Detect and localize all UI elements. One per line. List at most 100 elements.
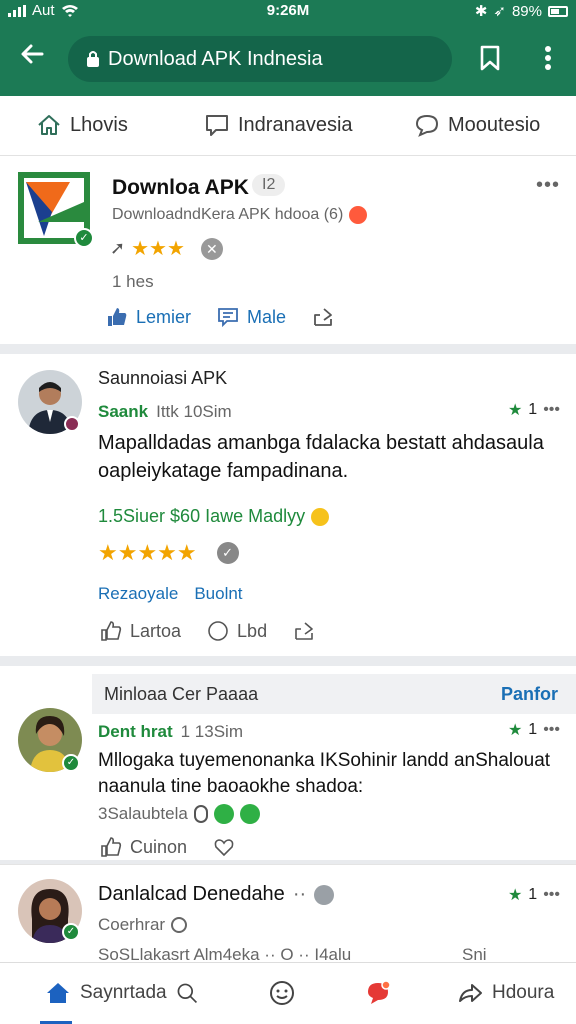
avatar-badge — [64, 416, 80, 432]
review-more-icon[interactable]: ••• — [543, 721, 560, 739]
emoji-icon — [314, 884, 335, 905]
post-time: 1 hes — [112, 272, 154, 291]
review-header: Saunnoiasi APK — [98, 368, 228, 388]
nav-share-label: Hdoura — [492, 982, 555, 1003]
review-author[interactable]: Dent hrat — [98, 722, 173, 742]
nav-notifications[interactable] — [364, 979, 392, 1007]
review-meta: Coerhrar — [98, 915, 166, 934]
review-links: Rezaoyale Buolnt — [98, 584, 243, 604]
review-link-row: 1.5Siuer $60 Iawe Madlyy — [98, 506, 330, 527]
bookmark-icon[interactable] — [476, 44, 504, 72]
home-icon — [47, 983, 69, 1003]
like-button[interactable]: Cuinon — [100, 836, 187, 858]
emoji-icon — [270, 981, 294, 1005]
app-logo[interactable]: ✓ — [18, 172, 94, 248]
rating-stars: ★★★★★ — [98, 540, 197, 565]
review-meta-line: Coerhrar — [98, 915, 188, 935]
comment-button[interactable]: Male — [217, 306, 286, 328]
love-button[interactable]: Lbd — [207, 620, 267, 642]
post-subtitle-row: DownloadndKera APK hdooa (6) — [112, 206, 368, 224]
review-link[interactable]: 1.5Siuer $60 Iawe Madlyy — [98, 506, 305, 527]
thumbs-up-icon — [101, 621, 122, 641]
pin-icon: ➚ — [110, 238, 126, 258]
battery-icon — [548, 5, 568, 17]
post-badge: I2 — [252, 174, 286, 196]
green-emoji-icon — [239, 804, 260, 824]
share-button[interactable] — [312, 306, 334, 328]
verified-badge: ✓ — [62, 923, 80, 941]
review-preview: SoSLlakasrt Alm4eka ·· O ·· I4alu — [98, 945, 352, 962]
share-icon — [459, 984, 482, 1002]
share-button[interactable] — [293, 620, 315, 642]
post-title[interactable]: Downloa APK — [112, 176, 249, 200]
review-body-line: Mllogaka tuyemenonanka IKSohinir landd a… — [98, 750, 551, 771]
tab-label: Mooutesio — [448, 113, 541, 136]
review-author[interactable]: Saank — [98, 402, 148, 422]
review-author[interactable]: Danlalcad Denedahe — [98, 883, 285, 906]
tab-label: Lhovis — [70, 113, 128, 136]
home-outline-icon — [38, 115, 60, 135]
post-rating-row: ➚ ★★★ ✕ — [110, 236, 223, 261]
like-label: Cuinon — [130, 836, 188, 857]
notification-icon — [368, 980, 391, 1004]
review-rating: 1 — [528, 886, 538, 903]
share-icon — [295, 622, 313, 640]
review-body-line: Mapalldadas amanbga fdalacka bestatt ahd… — [98, 432, 544, 454]
url-bar[interactable]: Download APK Indnesia — [68, 36, 452, 82]
tab-indranavesia[interactable]: Indranavesia — [204, 112, 353, 138]
close-circle-icon[interactable]: ✕ — [200, 237, 223, 260]
smile-emoji-icon — [311, 507, 330, 526]
review-author-suffix: ·· — [292, 883, 307, 905]
nav-home-label: Saynrtada — [80, 982, 167, 1003]
review-stars-row: ★★★★★ ✓ — [98, 540, 239, 566]
nav-share[interactable]: Hdoura — [456, 979, 554, 1007]
overflow-menu-icon[interactable] — [536, 42, 560, 74]
section-title: Minloaa Cer Paaaa — [104, 684, 259, 704]
heart-icon — [214, 839, 234, 857]
reply-link[interactable]: Rezaoyale — [98, 584, 178, 604]
lock-icon — [87, 51, 99, 67]
post-subtitle: DownloadndKera APK hdooa (6) — [112, 206, 344, 223]
bluetooth-icon: ✱ — [474, 3, 488, 20]
love-button[interactable] — [213, 836, 235, 858]
battery-label: 89% — [511, 2, 542, 20]
section-header: Minloaa Cer Paaaa Panfor — [92, 674, 576, 714]
comment-icon — [206, 115, 228, 136]
review-body-line: oapleiykatage fampadinana. — [98, 460, 349, 482]
report-link[interactable]: Buolnt — [194, 584, 242, 604]
location-icon: ➶ — [493, 3, 506, 20]
post-actions: Lemier Male — [106, 306, 360, 328]
star-icon: ★ — [507, 887, 523, 904]
nav-home[interactable]: Saynrtada — [44, 979, 199, 1007]
green-emoji-icon — [213, 804, 234, 824]
like-button[interactable]: Lemier — [106, 306, 191, 328]
nav-emoji[interactable] — [268, 979, 296, 1007]
review-meta-row: Saank Ittk 10Sim — [98, 402, 232, 422]
badge-icon — [193, 805, 208, 823]
verified-badge: ✓ — [62, 754, 80, 772]
tab-mooutesio[interactable]: Mooutesio — [414, 112, 540, 138]
review-meta-row: Dent hrat 1 13Sim — [98, 722, 243, 742]
review-body-line: naanula tine baoaokhe shadoa: — [98, 776, 364, 797]
like-label: Lemier — [136, 306, 192, 327]
verified-badge: ✓ — [74, 228, 94, 248]
heart-eyes-emoji-icon — [349, 206, 368, 224]
search-icon — [177, 983, 197, 1004]
tab-lhovis[interactable]: Lhovis — [36, 112, 128, 138]
comment-icon — [218, 308, 238, 328]
review-rating-more: ★ 1 ••• — [508, 885, 560, 905]
back-arrow-icon[interactable] — [18, 40, 50, 72]
section-action[interactable]: Panfor — [501, 684, 558, 705]
check-circle-icon[interactable]: ✓ — [216, 542, 239, 564]
review-actions: Cuinon — [100, 836, 261, 858]
review-card: ✓ Danlalcad Denedahe ·· ★ 1 ••• Coerhrar… — [0, 864, 576, 962]
comment-label: Male — [247, 306, 287, 327]
review-rating-more: ★ 1 ••• — [508, 720, 560, 740]
like-button[interactable]: Lartoa — [100, 620, 181, 642]
review-rating: 1 — [528, 401, 538, 418]
review-more-icon[interactable]: ••• — [543, 401, 560, 419]
review-more-icon[interactable]: ••• — [543, 886, 560, 904]
review-card: Minloaa Cer Paaaa Panfor ✓ Dent hrat 1 1… — [0, 666, 576, 860]
post-more-icon[interactable]: ••• — [536, 174, 560, 197]
app-bar: Aut 9:26M ✱ ➶ 89% Download APK Indnesia — [0, 0, 576, 96]
